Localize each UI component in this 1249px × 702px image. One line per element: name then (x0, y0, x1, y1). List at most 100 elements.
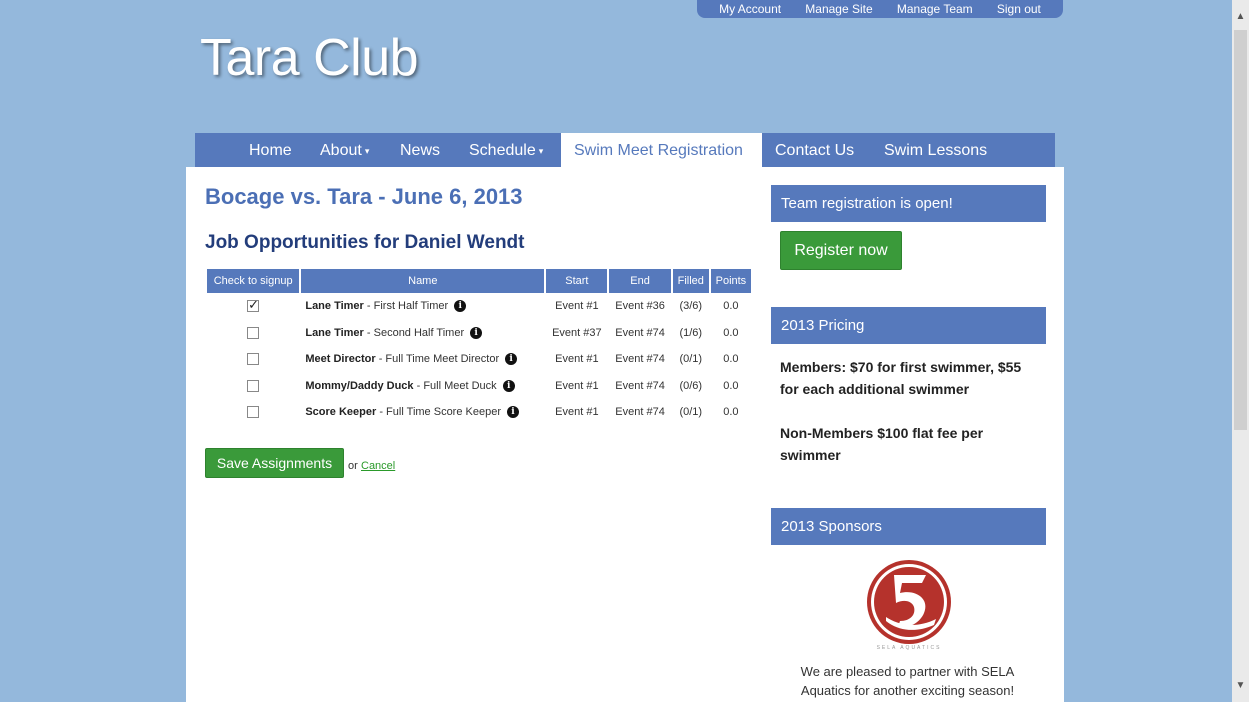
nav-about-label: About (320, 142, 362, 160)
end-cell: Event #74 (615, 353, 665, 366)
sign-out-link[interactable]: Sign out (997, 2, 1041, 16)
job-opportunities-title: Job Opportunities for Daniel Wendt (205, 232, 525, 253)
table-row: ✓ Lane Timer - First Half Timer i Event #1 E… (207, 293, 751, 320)
nav-contact-us-label: Contact Us (775, 142, 855, 159)
points-cell: 0.0 (723, 326, 739, 339)
info-icon[interactable]: i (454, 300, 467, 313)
points-cell: 0.0 (723, 300, 739, 313)
signup-cell (207, 399, 299, 426)
col-start: Start (546, 269, 608, 293)
nav-contact-us[interactable]: Contact Us (775, 133, 854, 167)
pricing-members: Members: $70 for first swimmer, $55 for … (780, 359, 1022, 397)
signup-cell (207, 373, 299, 400)
manage-site-link[interactable]: Manage Site (805, 2, 872, 16)
job-description: - First Half Timer (363, 300, 449, 313)
checkmark-icon: ✓ (248, 297, 260, 313)
start-cell: Event #1 (555, 379, 599, 392)
or-text: or (348, 460, 358, 472)
job-name: Lane Timer (305, 326, 364, 339)
job-name-cell: Lane Timer - First Half Timer i (301, 293, 544, 320)
nav-home[interactable]: Home (249, 133, 292, 167)
sela-aquatics-logo[interactable]: SELA AQUATICS (864, 559, 954, 651)
filled-cell: (0/1) (679, 353, 703, 366)
manage-team-link[interactable]: Manage Team (897, 2, 973, 16)
start-cell: Event #37 (552, 326, 602, 339)
signup-cell (207, 320, 299, 347)
sponsor-logo-caption: SELA AQUATICS (876, 645, 942, 651)
job-table: Check to signup Name Start End Filled Po… (205, 269, 753, 426)
signup-checkbox[interactable]: ✓ (247, 297, 260, 313)
nav-home-label: Home (249, 142, 292, 159)
job-description: - Full Meet Duck (413, 379, 497, 392)
pricing-nonmembers: Non-Members $100 flat fee per swimmer (780, 425, 984, 463)
nav-schedule[interactable]: Schedule ▾ (469, 133, 543, 167)
filled-cell: (1/6) (679, 326, 703, 339)
scroll-up-icon[interactable]: ▲ (1232, 8, 1249, 25)
site-title[interactable]: Tara Club (200, 28, 419, 88)
end-cell: Event #74 (615, 406, 665, 419)
job-name-cell: Meet Director - Full Time Meet Director i (301, 346, 544, 373)
nav-swim-meet-registration[interactable]: Swim Meet Registration (561, 133, 762, 167)
start-cell: Event #1 (555, 406, 599, 419)
col-end: End (609, 269, 671, 293)
points-cell: 0.0 (723, 379, 739, 392)
scroll-down-icon[interactable]: ▼ (1232, 677, 1249, 694)
signup-checkbox[interactable] (247, 406, 260, 419)
signup-checkbox[interactable] (247, 379, 260, 392)
table-row: Meet Director - Full Time Meet Director i… (207, 346, 751, 373)
table-row: Score Keeper - Full Time Score Keeper i Ev… (207, 399, 751, 426)
job-name: Meet Director (305, 353, 376, 366)
info-icon[interactable]: i (507, 406, 519, 419)
nav-schedule-label: Schedule (469, 142, 536, 160)
info-icon[interactable]: i (470, 326, 483, 339)
col-filled: Filled (672, 269, 709, 293)
sponsor-logo-icon (867, 560, 951, 644)
col-check: Check to signup (207, 269, 300, 293)
chevron-down-icon: ▾ (364, 146, 370, 156)
page-scrollbar[interactable]: ▲ ▼ (1232, 0, 1249, 702)
points-cell: 0.0 (723, 353, 739, 366)
table-row: Lane Timer - Second Half Timer i Event #37… (207, 320, 751, 347)
signup-checkbox[interactable] (247, 326, 260, 339)
registration-open-header: Team registration is open! (771, 185, 1046, 222)
end-cell: Event #36 (615, 300, 665, 313)
job-description: - Full Time Meet Director (375, 353, 500, 366)
job-name: Lane Timer (305, 300, 364, 313)
points-cell: 0.0 (723, 406, 739, 419)
nav-news[interactable]: News (400, 133, 440, 167)
my-account-link[interactable]: My Account (719, 2, 781, 16)
table-header-row: Check to signup Name Start End Filled Po… (207, 269, 751, 293)
start-cell: Event #1 (555, 300, 599, 313)
main-nav: Home About ▾ News Schedule ▾ Swim Meet Reg… (195, 133, 1055, 167)
filled-cell: (3/6) (679, 300, 703, 313)
job-description: - Full Time Score Keeper (376, 406, 501, 419)
filled-cell: (0/1) (679, 406, 703, 419)
col-points: Points (710, 269, 751, 293)
end-cell: Event #74 (615, 379, 665, 392)
job-name-cell: Score Keeper - Full Time Score Keeper i (301, 399, 544, 426)
nav-swim-lessons[interactable]: Swim Lessons (884, 133, 987, 167)
cancel-link[interactable]: Cancel (361, 460, 395, 472)
info-icon[interactable]: i (502, 379, 515, 392)
job-name: Mommy/Daddy Duck (305, 379, 414, 392)
sponsors-header: 2013 Sponsors (771, 508, 1046, 545)
filled-cell: (0/6) (679, 379, 703, 392)
register-now-button[interactable]: Register now (780, 231, 902, 270)
scroll-thumb[interactable] (1234, 30, 1247, 430)
job-name-cell: Lane Timer - Second Half Timer i (301, 320, 544, 347)
start-cell: Event #1 (555, 353, 599, 366)
job-name: Score Keeper (305, 406, 377, 419)
sponsor-text: We are pleased to partner with SELA Aqua… (800, 664, 1015, 698)
nav-about[interactable]: About ▾ (320, 133, 369, 167)
chevron-down-icon: ▾ (538, 146, 544, 156)
col-name: Name (301, 269, 545, 293)
signup-checkbox[interactable] (247, 353, 260, 366)
save-assignments-button[interactable]: Save Assignments (205, 448, 344, 478)
pricing-header: 2013 Pricing (771, 307, 1046, 344)
signup-cell (207, 346, 299, 373)
nav-swim-lessons-label: Swim Lessons (884, 142, 988, 159)
signup-cell: ✓ (207, 293, 299, 320)
info-icon[interactable]: i (505, 353, 518, 366)
job-name-cell: Mommy/Daddy Duck - Full Meet Duck i (301, 373, 544, 400)
table-row: Mommy/Daddy Duck - Full Meet Duck i Event … (207, 373, 751, 400)
